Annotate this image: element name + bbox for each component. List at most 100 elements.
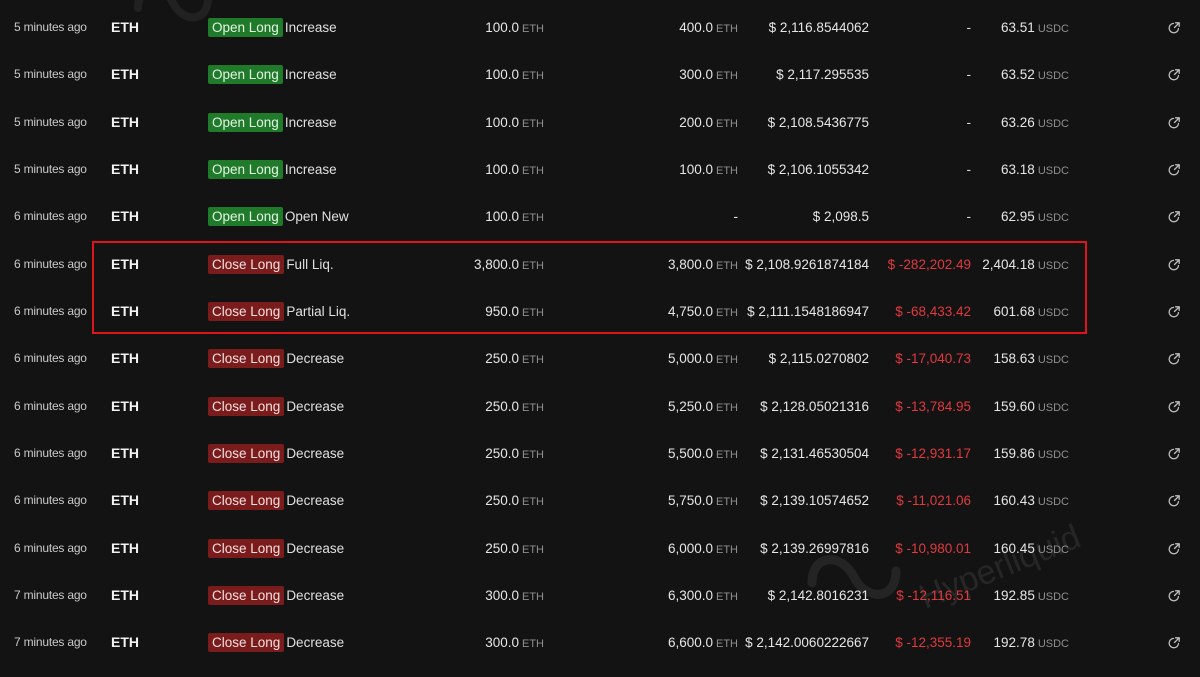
- trade-pnl: -: [966, 67, 972, 83]
- trade-link[interactable]: [1167, 335, 1181, 382]
- trade-link[interactable]: [1167, 477, 1181, 524]
- trade-pnl: $ -12,116.51: [896, 588, 971, 604]
- trade-fee: 159.86 USDC: [994, 430, 1069, 477]
- direction-badge: Close Long: [208, 396, 285, 416]
- trade-size-unit: ETH: [522, 449, 544, 462]
- trade-fee-unit: USDC: [1037, 543, 1069, 556]
- trade-pnl: $ -11,021.06: [896, 493, 971, 509]
- trade-position: 3,800.0 ETH: [668, 241, 738, 288]
- trade-action: Partial Liq.: [286, 304, 351, 320]
- trade-pnl: $ -17,040.73: [895, 351, 971, 367]
- trade-size: 950.0 ETH: [485, 288, 544, 335]
- trade-fee-value: 63.51: [1001, 20, 1035, 35]
- external-link-icon[interactable]: [1167, 305, 1181, 319]
- trade-direction: Close Long Decrease: [208, 335, 344, 382]
- trade-coin[interactable]: ETH: [111, 4, 139, 51]
- trade-coin[interactable]: ETH: [111, 430, 139, 477]
- external-link-icon[interactable]: [1167, 210, 1181, 224]
- trade-link[interactable]: [1167, 383, 1181, 430]
- trade-coin[interactable]: ETH: [111, 146, 139, 193]
- trade-coin[interactable]: ETH: [111, 335, 139, 382]
- trade-price: $ 2,117.295535: [776, 67, 869, 83]
- table-row: 5 minutes ago ETH Open Long Increase 100.…: [0, 99, 1200, 146]
- trade-fee: 160.43 USDC: [994, 477, 1069, 524]
- trade-link[interactable]: [1167, 619, 1181, 666]
- trade-price: $ 2,116.8544062: [768, 20, 869, 35]
- trade-time: 5 minutes ago: [14, 20, 87, 34]
- trade-link[interactable]: [1167, 193, 1181, 240]
- trade-link[interactable]: [1167, 4, 1181, 51]
- table-row: 7 minutes ago ETH Close Long Decrease 300…: [0, 572, 1200, 619]
- external-link-icon[interactable]: [1167, 352, 1181, 366]
- table-row: 6 minutes ago ETH Close Long Decrease 250…: [0, 477, 1200, 524]
- external-link-icon[interactable]: [1167, 163, 1181, 177]
- trade-fee-unit: USDC: [1037, 496, 1069, 509]
- external-link-icon[interactable]: [1167, 116, 1181, 130]
- external-link-icon[interactable]: [1167, 258, 1181, 272]
- trade-coin[interactable]: ETH: [111, 619, 139, 666]
- trade-fee-unit: USDC: [1037, 70, 1069, 83]
- external-link-icon[interactable]: [1167, 636, 1181, 650]
- trade-fee: 62.95 USDC: [1001, 193, 1069, 240]
- direction-badge: Open Long: [208, 112, 283, 132]
- trade-size-unit: ETH: [522, 591, 544, 604]
- trade-coin[interactable]: ETH: [111, 288, 139, 335]
- trade-coin[interactable]: ETH: [111, 383, 139, 430]
- trade-size-value: 250.0: [485, 540, 519, 556]
- trade-size: 100.0 ETH: [485, 51, 544, 98]
- trade-price: $ 2,098.5: [812, 209, 869, 225]
- external-link-icon[interactable]: [1167, 21, 1181, 35]
- trade-fee: 159.60 USDC: [994, 383, 1069, 430]
- trade-coin[interactable]: ETH: [111, 477, 139, 524]
- trade-position-unit: ETH: [716, 307, 738, 320]
- trade-action: Full Liq.: [286, 256, 334, 272]
- trade-size-value: 250.0: [485, 398, 519, 414]
- trade-price: $ 2,108.9261874184: [745, 256, 869, 272]
- trade-size-value: 100.0: [485, 20, 519, 35]
- external-link-icon[interactable]: [1167, 542, 1181, 556]
- trade-position-value: 200.0: [679, 114, 713, 130]
- trade-coin[interactable]: ETH: [111, 525, 139, 572]
- trade-link[interactable]: [1167, 288, 1181, 335]
- trade-coin[interactable]: ETH: [111, 51, 139, 98]
- trade-size-unit: ETH: [522, 212, 544, 225]
- trade-size-value: 250.0: [485, 351, 519, 367]
- trade-direction: Open Long Increase: [208, 4, 337, 51]
- trade-position-unit: ETH: [716, 449, 738, 462]
- trade-size-unit: ETH: [522, 354, 544, 367]
- trade-link[interactable]: [1167, 525, 1181, 572]
- trade-direction: Close Long Decrease: [208, 477, 344, 524]
- trade-coin[interactable]: ETH: [111, 572, 139, 619]
- trade-link[interactable]: [1167, 572, 1181, 619]
- trade-direction: Open Long Open New: [208, 193, 349, 240]
- trade-action: Decrease: [286, 398, 345, 414]
- trade-time: 6 minutes ago: [14, 446, 87, 461]
- trade-time: 5 minutes ago: [14, 67, 87, 82]
- trade-direction: Open Long Increase: [208, 51, 337, 98]
- trade-size-value: 300.0: [485, 635, 519, 651]
- trade-link[interactable]: [1167, 241, 1181, 288]
- trade-link[interactable]: [1167, 51, 1181, 98]
- trade-link[interactable]: [1167, 430, 1181, 477]
- external-link-icon[interactable]: [1167, 400, 1181, 414]
- external-link-icon[interactable]: [1167, 68, 1181, 82]
- trade-coin[interactable]: ETH: [111, 99, 139, 146]
- external-link-icon[interactable]: [1167, 494, 1181, 508]
- external-link-icon[interactable]: [1167, 589, 1181, 603]
- trade-position: 200.0 ETH: [679, 99, 738, 146]
- trade-pnl: $ -68,433.42: [895, 304, 971, 320]
- external-link-icon[interactable]: [1167, 447, 1181, 461]
- trade-fee: 160.45 USDC: [994, 525, 1069, 572]
- trade-history-table: 5 minutes ago ETH Open Long Increase 100.…: [0, 4, 1200, 667]
- trade-position-value: 100.0: [679, 162, 713, 178]
- trade-position-value: 6,000.0: [667, 540, 713, 556]
- trade-size: 250.0 ETH: [485, 335, 544, 382]
- trade-coin[interactable]: ETH: [111, 193, 139, 240]
- trade-link[interactable]: [1167, 99, 1181, 146]
- trade-link[interactable]: [1167, 146, 1181, 193]
- trade-time: 6 minutes ago: [14, 304, 87, 319]
- trade-coin[interactable]: ETH: [111, 241, 139, 288]
- trade-fee-value: 192.78: [993, 635, 1035, 651]
- trade-size: 100.0 ETH: [485, 4, 544, 51]
- trade-fee-unit: USDC: [1037, 212, 1069, 225]
